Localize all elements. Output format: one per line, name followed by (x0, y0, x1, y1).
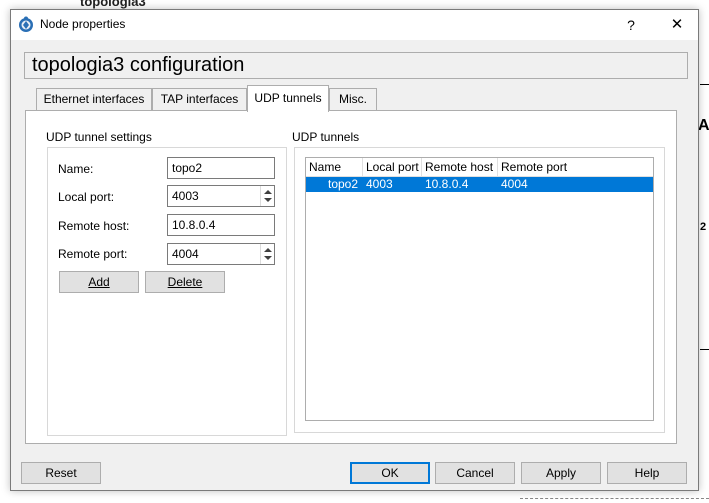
close-icon[interactable]: ✕ (657, 10, 697, 40)
app-logo-icon (18, 16, 34, 36)
local-port-label: Local port: (58, 190, 115, 204)
remote-port-value: 4004 (172, 247, 199, 261)
remote-port-stepper[interactable]: 4004 (167, 243, 275, 265)
tab-tap-interfaces[interactable]: TAP interfaces (152, 88, 247, 110)
reset-button[interactable]: Reset (21, 462, 101, 484)
ok-button[interactable]: OK (350, 462, 430, 484)
column-header-local-port[interactable]: Local port (363, 158, 422, 177)
background-line (700, 349, 709, 350)
cell-remote-host: 10.8.0.4 (425, 177, 469, 191)
udp-tunnels-title: UDP tunnels (292, 130, 360, 144)
udp-tunnel-settings-title: UDP tunnel settings (46, 130, 152, 144)
table-row[interactable]: topo2 4003 10.8.0.4 4004 (306, 177, 653, 192)
tab-ethernet-interfaces[interactable]: Ethernet interfaces (36, 88, 152, 110)
cancel-button[interactable]: Cancel (435, 462, 515, 484)
delete-button[interactable]: Delete (145, 271, 225, 293)
cell-name: topo2 (328, 177, 359, 191)
remote-host-field[interactable]: 10.8.0.4 (167, 214, 275, 236)
remote-port-label: Remote port: (58, 247, 128, 261)
add-button[interactable]: Add (59, 271, 139, 293)
tab-misc[interactable]: Misc. (329, 88, 377, 110)
title-bar[interactable]: Node properties ? ✕ (11, 10, 698, 40)
window-title: Node properties (40, 17, 126, 31)
background-line (700, 84, 709, 85)
local-port-stepper[interactable]: 4003 (167, 185, 275, 207)
background-node-label: topologia3 (80, 0, 146, 9)
background-text-a: A (698, 117, 709, 134)
help-icon[interactable]: ? (611, 10, 651, 40)
delete-button-label: Delete (167, 275, 203, 289)
remote-host-label: Remote host: (58, 219, 130, 233)
help-button[interactable]: Help (607, 462, 687, 484)
column-header-remote-host[interactable]: Remote host (422, 158, 498, 177)
apply-button[interactable]: Apply (521, 462, 601, 484)
page-title: topologia3 configuration (24, 52, 688, 79)
local-port-value: 4003 (172, 189, 199, 203)
column-header-remote-port[interactable]: Remote port (498, 158, 653, 177)
spin-arrows-icon[interactable] (260, 186, 274, 206)
column-header-name[interactable]: Name (306, 158, 363, 177)
background-line (520, 498, 709, 499)
tab-udp-tunnels[interactable]: UDP tunnels (247, 85, 329, 112)
name-field[interactable]: topo2 (167, 157, 275, 179)
spin-arrows-icon[interactable] (260, 244, 274, 264)
cell-remote-port: 4004 (501, 177, 528, 191)
background-text-2: 2 (700, 221, 707, 233)
udp-tunnels-table[interactable]: Name Local port Remote host Remote port … (305, 157, 654, 421)
name-label: Name: (58, 162, 94, 176)
cell-local-port: 4003 (366, 177, 393, 191)
